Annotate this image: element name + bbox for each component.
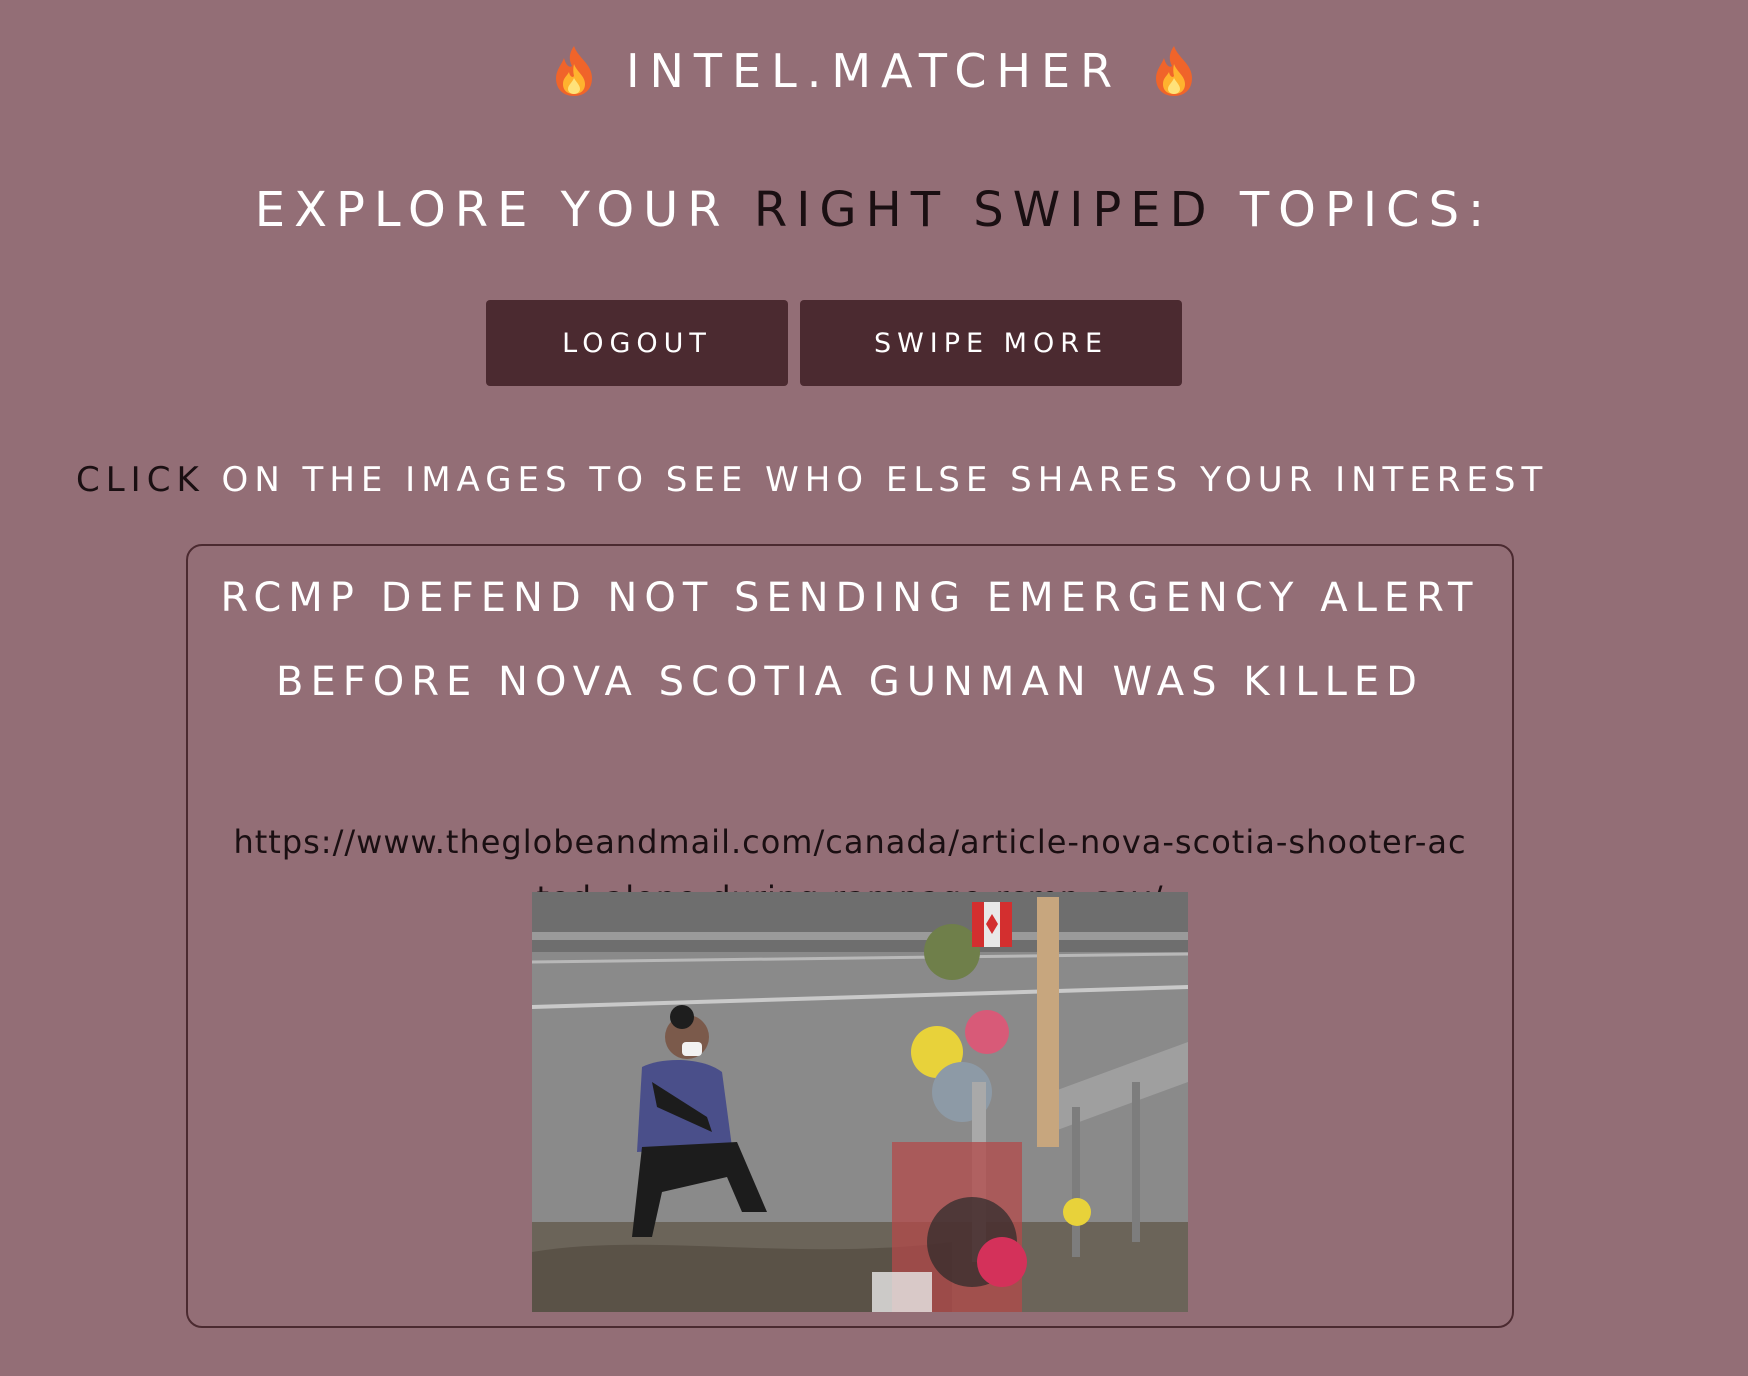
topic-title: RCMP DEFEND NOT SENDING EMERGENCY ALERT … xyxy=(220,575,1480,705)
fire-icon xyxy=(1156,46,1193,96)
instruction-text: CLICK ON THE IMAGES TO SEE WHO ELSE SHAR… xyxy=(76,460,1548,500)
page-title: EXPLORE YOUR RIGHT SWIPED TOPICS: xyxy=(0,182,1748,238)
instruction-highlight: CLICK xyxy=(76,460,205,500)
page-title-highlight: RIGHT SWIPED xyxy=(753,182,1216,238)
instruction-rest: ON THE IMAGES TO SEE WHO ELSE SHARES YOU… xyxy=(204,460,1549,500)
page-title-part3: TOPICS: xyxy=(1215,182,1494,238)
app-header: INTEL.MATCHER xyxy=(0,44,1748,102)
topic-card: RCMP DEFEND NOT SENDING EMERGENCY ALERT … xyxy=(186,544,1514,1328)
page-title-part1: EXPLORE YOUR xyxy=(254,182,754,238)
topic-image[interactable] xyxy=(532,892,1188,1312)
fire-icon xyxy=(555,46,592,96)
swipe-more-button[interactable]: SWIPE MORE xyxy=(800,300,1182,386)
action-buttons: LOGOUT SWIPE MORE xyxy=(486,300,1182,386)
brand-name: INTEL.MATCHER xyxy=(625,44,1123,98)
brand: INTEL.MATCHER xyxy=(552,44,1196,98)
logout-button[interactable]: LOGOUT xyxy=(486,300,788,386)
